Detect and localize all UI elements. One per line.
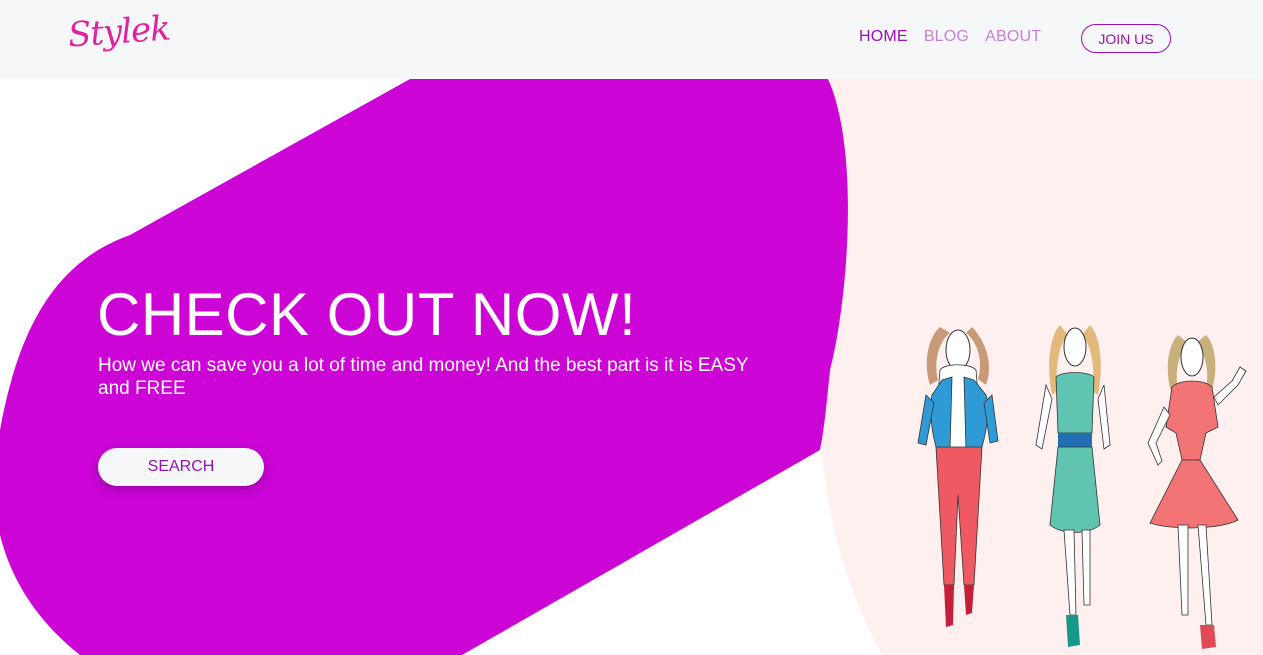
navbar: Stylek HOME BLOG ABOUT JOIN US: [0, 0, 1263, 79]
model-teal-dress-figure: [1035, 325, 1111, 647]
search-button[interactable]: SEARCH: [98, 448, 264, 486]
model-coral-dress-figure: [1147, 335, 1247, 649]
main-nav: HOME BLOG ABOUT: [859, 28, 1041, 46]
join-us-button[interactable]: JOIN US: [1081, 24, 1171, 53]
nav-link-about[interactable]: ABOUT: [985, 28, 1041, 46]
fashion-models-illustration: [917, 325, 1247, 649]
brand-logo[interactable]: Stylek: [67, 8, 171, 55]
nav-link-home[interactable]: HOME: [859, 28, 908, 46]
nav-link-blog[interactable]: BLOG: [924, 28, 969, 46]
model-blue-jacket-figure: [917, 327, 999, 627]
hero-subtitle: How we can save you a lot of time and mo…: [98, 355, 749, 399]
hero-title: CHECK OUT NOW!: [97, 281, 637, 348]
